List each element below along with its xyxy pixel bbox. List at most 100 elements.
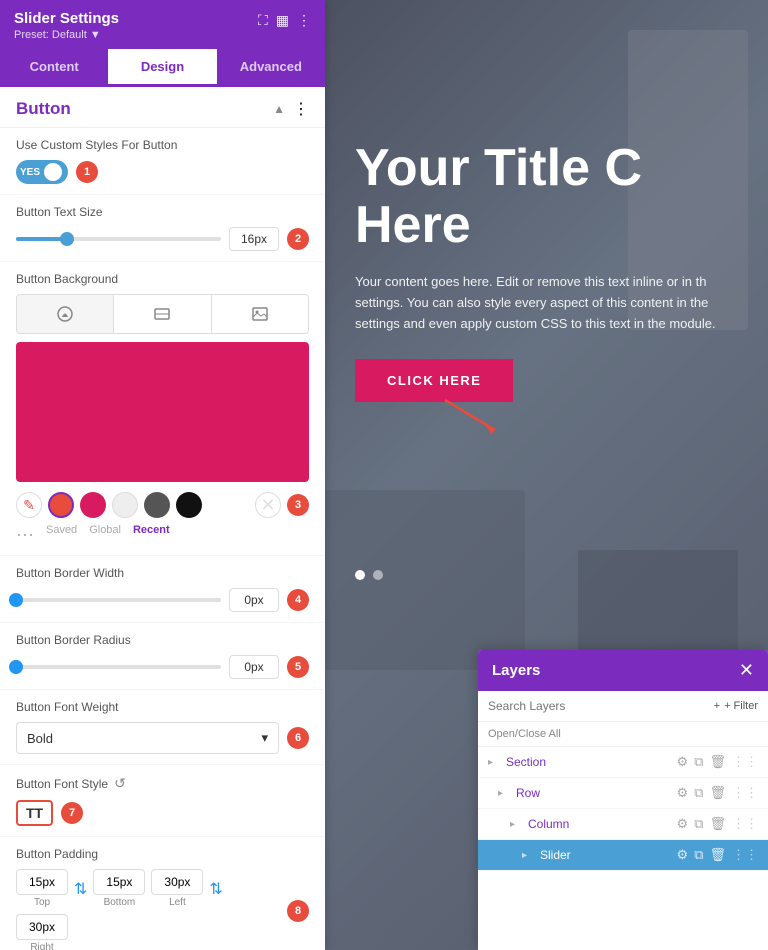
collapse-icon[interactable]: ▲ (273, 102, 285, 116)
font-weight-label: Button Font Weight (16, 700, 309, 714)
bg-gradient-option[interactable] (114, 295, 211, 333)
layout-icon[interactable]: ▦ (276, 12, 289, 29)
layers-close-btn[interactable]: ✕ (739, 660, 754, 681)
expand-section-icon[interactable]: ▸ (488, 757, 500, 768)
settings-column-icon[interactable]: ⚙ (677, 816, 689, 832)
text-size-track (16, 237, 221, 241)
delete-column-icon[interactable]: 🗑 (709, 816, 726, 832)
drag-column-icon[interactable]: ⋮⋮ (732, 816, 758, 832)
text-size-input[interactable]: 16px (229, 227, 279, 251)
clear-swatch-btn[interactable]: ✕ (255, 492, 281, 518)
color-tab-recent[interactable]: Recent (133, 524, 170, 545)
reset-font-style-icon[interactable]: ↺ (114, 775, 126, 792)
layers-title: Layers (492, 662, 540, 679)
swatches-more[interactable]: ··· (16, 524, 34, 545)
padding-right-input[interactable] (16, 914, 68, 940)
swatch-gray[interactable] (144, 492, 170, 518)
border-width-input[interactable]: 0px (229, 588, 279, 612)
font-weight-dropdown[interactable]: Bold ▾ (16, 722, 279, 754)
open-close-label[interactable]: Open/Close All (488, 728, 561, 740)
expand-column-icon[interactable]: ▸ (510, 819, 522, 830)
filter-btn[interactable]: + + Filter (714, 700, 758, 712)
swatch-red[interactable] (48, 492, 74, 518)
drag-row-icon[interactable]: ⋮⋮ (732, 785, 758, 801)
fullscreen-icon[interactable]: ⛶ (258, 12, 268, 29)
left-panel: Slider Settings Preset: Default ▼ ⛶ ▦ ⋮ … (0, 0, 325, 950)
panel-preset[interactable]: Preset: Default ▼ (14, 29, 119, 41)
text-size-slider-row: 16px 2 (16, 227, 309, 251)
text-size-field: Button Text Size 16px 2 (0, 195, 325, 262)
padding-left-input[interactable] (151, 869, 203, 895)
link-tb-icon[interactable]: ⇅ (74, 879, 87, 899)
color-tab-saved[interactable]: Saved (46, 524, 77, 545)
section-controls: ▲ ⋮ (273, 99, 309, 119)
layer-item-row[interactable]: ▸ Row ⚙ ⧉ 🗑 ⋮⋮ (478, 778, 768, 809)
text-size-thumb[interactable] (60, 232, 74, 246)
padding-bottom-input[interactable] (93, 869, 145, 895)
step-badge-6: 6 (287, 727, 309, 749)
filter-icon: + (714, 700, 720, 712)
settings-section-icon[interactable]: ⚙ (677, 754, 689, 770)
tab-content[interactable]: Content (0, 49, 108, 87)
border-radius-track (16, 665, 221, 669)
color-tab-global[interactable]: Global (89, 524, 121, 545)
dot-1[interactable] (355, 570, 365, 580)
chevron-down-icon: ▾ (261, 730, 268, 746)
padding-right-label: Right (30, 942, 53, 950)
padding-top-field: Top (16, 869, 68, 908)
custom-styles-toggle[interactable]: YES (16, 160, 68, 184)
copy-row-icon[interactable]: ⧉ (694, 785, 703, 801)
layer-item-column[interactable]: ▸ Column ⚙ ⧉ 🗑 ⋮⋮ (478, 809, 768, 840)
delete-section-icon[interactable]: 🗑 (709, 754, 726, 770)
border-radius-thumb[interactable] (9, 660, 23, 674)
swatch-white[interactable] (112, 492, 138, 518)
swatch-black[interactable] (176, 492, 202, 518)
link-lr-icon[interactable]: ⇅ (209, 879, 222, 899)
expand-row-icon[interactable]: ▸ (498, 788, 510, 799)
layer-name-column: Column (528, 817, 671, 831)
panel-body: Button ▲ ⋮ Use Custom Styles For Button … (0, 87, 325, 950)
tab-advanced[interactable]: Advanced (217, 49, 325, 87)
layer-section-actions: ⚙ ⧉ 🗑 ⋮⋮ (677, 754, 758, 770)
layers-panel: Layers ✕ + + Filter Open/Close All ▸ Sec… (478, 650, 768, 950)
color-tabs: ··· Saved Global Recent (16, 524, 309, 545)
delete-slider-icon[interactable]: 🗑 (709, 847, 726, 863)
copy-slider-icon[interactable]: ⧉ (694, 847, 703, 863)
copy-column-icon[interactable]: ⧉ (694, 816, 703, 832)
image-icon (251, 305, 269, 323)
canvas-body: Your content goes here. Edit or remove t… (355, 272, 748, 334)
copy-section-icon[interactable]: ⧉ (694, 754, 703, 770)
arrow-svg (435, 390, 515, 440)
layers-search-input[interactable] (488, 699, 706, 713)
section-title: Button (16, 99, 71, 119)
drag-section-icon[interactable]: ⋮⋮ (732, 754, 758, 770)
bg-image-option[interactable] (212, 295, 308, 333)
delete-row-icon[interactable]: 🗑 (709, 785, 726, 801)
toggle-row: YES 1 (16, 160, 309, 184)
layer-column-actions: ⚙ ⧉ 🗑 ⋮⋮ (677, 816, 758, 832)
settings-row-icon[interactable]: ⚙ (677, 785, 689, 801)
panel-title: Slider Settings (14, 10, 119, 27)
swatch-pink[interactable] (80, 492, 106, 518)
font-weight-value: Bold (27, 731, 53, 746)
border-radius-input[interactable]: 0px (229, 655, 279, 679)
tab-design[interactable]: Design (108, 49, 216, 87)
bg-field: Button Background (0, 262, 325, 556)
border-width-thumb[interactable] (9, 593, 23, 607)
font-style-tt[interactable]: TT (16, 800, 53, 826)
edit-swatch-btn[interactable]: ✎ (16, 492, 42, 518)
color-preview[interactable] (16, 342, 309, 482)
layer-item-slider[interactable]: ▸ Slider ⚙ ⧉ 🗑 ⋮⋮ (478, 840, 768, 871)
expand-slider-icon[interactable]: ▸ (522, 850, 534, 861)
section-more-icon[interactable]: ⋮ (293, 99, 309, 119)
settings-slider-icon[interactable]: ⚙ (677, 847, 689, 863)
more-icon[interactable]: ⋮ (297, 12, 311, 29)
step-badge-7: 7 (61, 802, 83, 824)
dot-2[interactable] (373, 570, 383, 580)
layer-item-section[interactable]: ▸ Section ⚙ ⧉ 🗑 ⋮⋮ (478, 747, 768, 778)
border-radius-label: Button Border Radius (16, 633, 309, 647)
padding-field: Button Padding Top ⇅ Bottom Left (0, 837, 325, 950)
padding-top-input[interactable] (16, 869, 68, 895)
bg-color-option[interactable] (17, 295, 114, 333)
drag-slider-icon[interactable]: ⋮⋮ (732, 847, 758, 863)
